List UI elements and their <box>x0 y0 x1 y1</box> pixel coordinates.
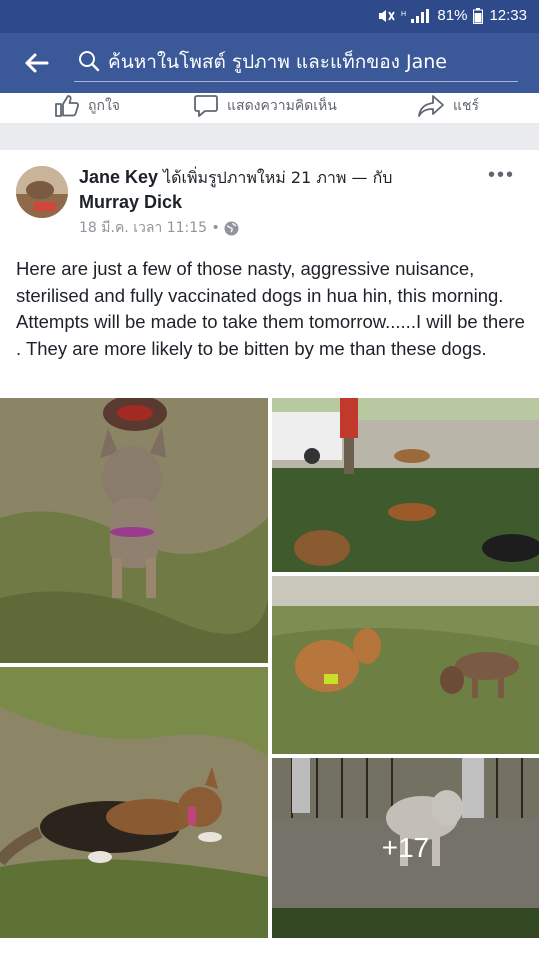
svg-text:H: H <box>401 11 406 18</box>
like-button[interactable]: ถูกใจ <box>54 93 120 119</box>
globe-icon <box>224 221 239 235</box>
top-bar <box>0 33 539 93</box>
photo-4[interactable] <box>0 667 268 938</box>
post-action-text: ได้เพิ่มรูปภาพใหม่ 21 ภาพ — กับ <box>163 168 393 187</box>
like-label: ถูกใจ <box>88 98 120 114</box>
photo-grid: +17 <box>0 398 539 938</box>
reactions-bar <box>0 940 539 960</box>
previous-post-actions: ถูกใจ แสดงความคิดเห็น แชร์ <box>0 93 539 123</box>
photo-3[interactable] <box>272 576 539 754</box>
photo-5[interactable]: +17 <box>272 758 539 938</box>
feed-divider <box>0 123 539 150</box>
like-icon <box>55 95 80 117</box>
post-body: Here are just a few of those nasty, aggr… <box>16 258 525 359</box>
post-card: Jane Key ได้เพิ่มรูปภาพใหม่ 21 ภาพ — กับ… <box>0 150 539 940</box>
comment-label: แสดงความคิดเห็น <box>227 98 337 114</box>
search-input[interactable] <box>108 49 508 75</box>
more-photos-count: +17 <box>272 758 539 938</box>
clock: 12:33 <box>489 7 527 24</box>
status-bar: H 81% 12:33 <box>0 0 539 33</box>
post-header: Jane Key ได้เพิ่มรูปภาพใหม่ 21 ภาพ — กับ… <box>79 165 469 215</box>
back-arrow-icon[interactable] <box>22 49 50 77</box>
signal-icon: H <box>401 8 430 23</box>
search-box[interactable] <box>74 43 518 82</box>
more-icon[interactable]: ••• <box>488 164 515 187</box>
tagged-name[interactable]: Murray Dick <box>79 192 182 212</box>
author-name[interactable]: Jane Key <box>79 167 158 187</box>
photo-1[interactable] <box>0 398 268 663</box>
share-label: แชร์ <box>453 98 480 114</box>
avatar[interactable] <box>16 166 68 218</box>
share-icon <box>418 95 444 117</box>
comment-icon <box>194 95 218 117</box>
post-date[interactable]: 18 มี.ค. เวลา 11:15 • <box>79 217 220 239</box>
post-meta: 18 มี.ค. เวลา 11:15 • <box>79 217 239 239</box>
photo-2[interactable] <box>272 398 539 572</box>
battery-icon <box>473 7 484 24</box>
share-button[interactable]: แชร์ <box>417 93 479 119</box>
search-icon <box>79 51 100 72</box>
avatar-image <box>16 166 68 218</box>
mute-icon <box>379 9 396 22</box>
battery-percent: 81% <box>437 7 468 24</box>
comment-button[interactable]: แสดงความคิดเห็น <box>193 93 337 119</box>
